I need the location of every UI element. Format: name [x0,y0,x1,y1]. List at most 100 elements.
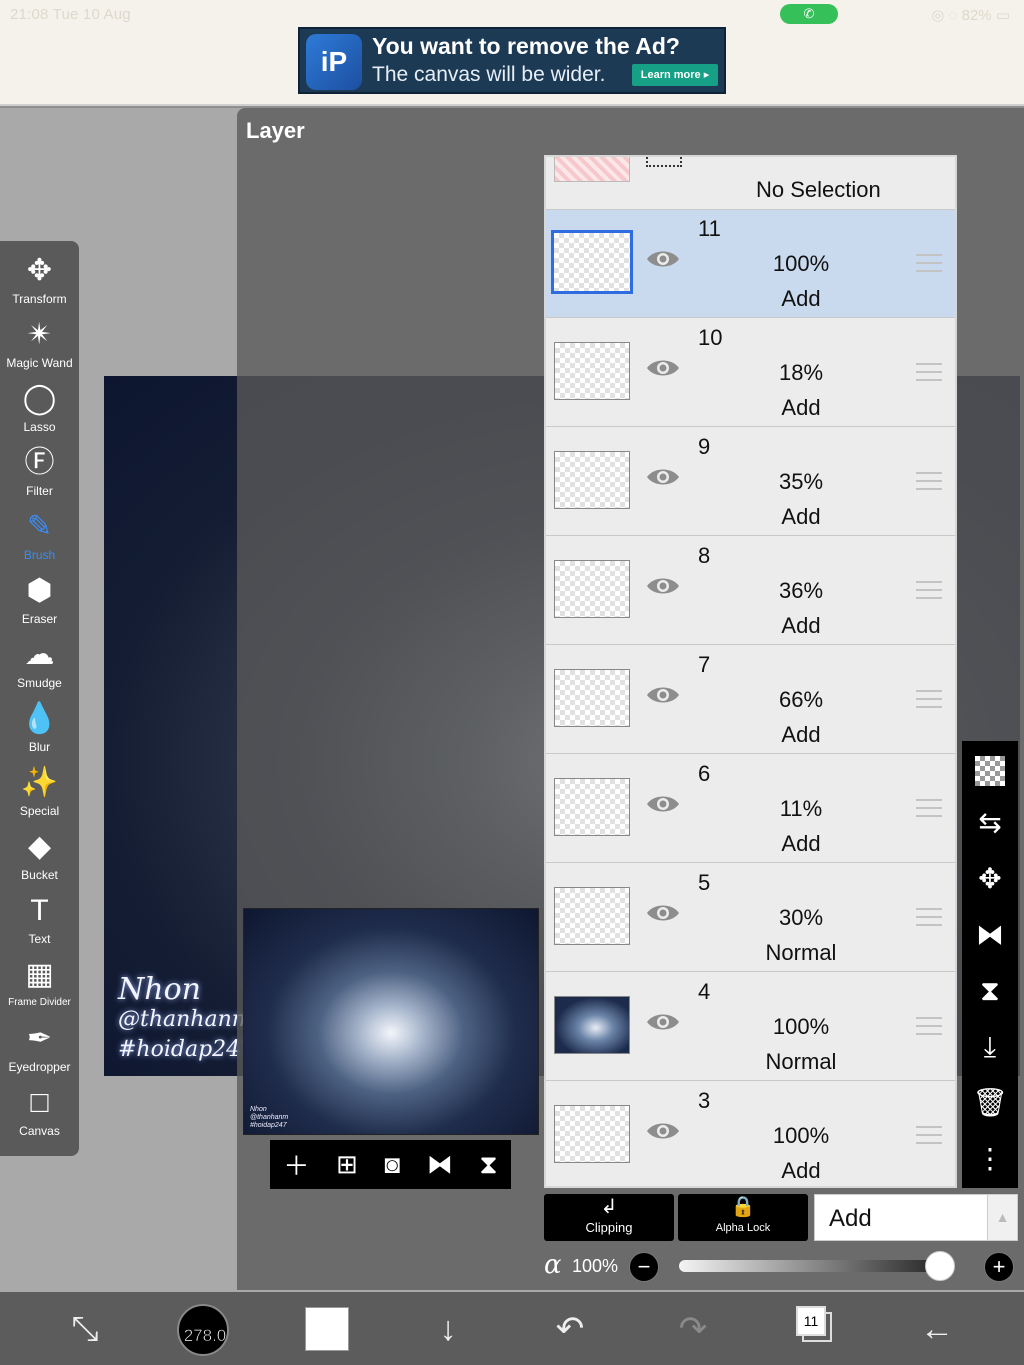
layers-list[interactable]: No Selection 11 100% Add 10 18% Add 9 35% Add 8 36… [544,155,957,1188]
add-layer-icon[interactable]: ＋ [283,1146,309,1183]
layer-thumbnail [554,669,630,727]
tool-text[interactable]: T Text [0,891,79,955]
tool-filter[interactable]: Ⓕ Filter [0,443,79,507]
tool-smudge[interactable]: ☁ Smudge [0,635,79,699]
preview-signature: Nhon @thanhanm #hoidap247 [250,1106,289,1129]
flip-horizontal-icon[interactable]: ⧓ [427,1149,453,1180]
tool-bucket[interactable]: ◆ Bucket [0,827,79,891]
drag-handle-icon[interactable] [916,472,942,490]
lasso-icon: ◯ [22,382,57,415]
arrow-down-icon[interactable]: ↓ [423,1306,473,1352]
tool-blur[interactable]: 💧 Blur [0,699,79,763]
drag-handle-icon[interactable] [916,1126,942,1144]
more-options-icon[interactable]: ⋮ [962,1135,1018,1183]
tool-label: Brush [23,548,56,562]
drag-handle-icon[interactable] [916,690,942,708]
magic-wand-icon: ✴ [26,318,53,351]
layer-row[interactable]: 4 100% Normal [546,973,955,1081]
drag-handle-icon[interactable] [916,1017,942,1035]
layer-thumbnail [554,778,630,836]
layer-preview[interactable]: Nhon @thanhanm #hoidap247 [243,908,539,1135]
ad-title: You want to remove the Ad? [372,33,680,59]
redo-icon[interactable]: ↷ [668,1306,718,1352]
layer-row[interactable]: 3 100% Add [546,1082,955,1186]
tool-special[interactable]: ✨ Special [0,763,79,827]
layer-row[interactable]: 9 35% Add [546,428,955,536]
visibility-eye-icon[interactable] [646,902,680,924]
blend-mode-select[interactable]: Add ▲ [814,1194,1018,1241]
merge-down-icon[interactable]: ⤓ [962,1023,1018,1071]
opacity-slider[interactable] [679,1251,955,1281]
camera-icon[interactable]: ◙ [384,1149,400,1180]
visibility-eye-icon[interactable] [646,684,680,706]
drag-handle-icon[interactable] [916,254,942,272]
alpha-lock-button[interactable]: 🔒 Alpha Lock [678,1194,808,1241]
brush-size-button[interactable]: 278.0 [177,1304,229,1356]
drag-handle-icon[interactable] [916,363,942,381]
visibility-eye-icon[interactable] [646,793,680,815]
transparent-background-icon[interactable] [962,745,1018,793]
drag-handle-icon[interactable] [916,581,942,599]
layer-row[interactable]: 8 36% Add [546,537,955,645]
layer-row[interactable]: 6 11% Add [546,755,955,863]
tool-label: Transform [12,292,67,306]
opacity-slider-knob[interactable] [925,1251,955,1281]
flip-layer-vertical-icon[interactable]: ⧗ [962,967,1018,1015]
opacity-decrease-button[interactable]: − [629,1252,659,1282]
blend-mode-arrow-icon: ▲ [987,1195,1017,1240]
flip-vertical-icon[interactable]: ⧗ [479,1149,497,1181]
tool-lasso[interactable]: ◯ Lasso [0,379,79,443]
opacity-increase-button[interactable]: + [984,1252,1014,1282]
tool-frame-divider[interactable]: ▦ Frame Divider [0,955,79,1019]
opacity-value: 100% [572,1256,619,1276]
ad-subtitle: The canvas will be wider. [372,63,606,86]
clipping-icon: ↲ [600,1196,618,1218]
trash-icon[interactable]: 🗑 [962,1079,1018,1127]
no-selection-label: No Selection [756,177,881,202]
visibility-eye-icon[interactable] [646,1011,680,1033]
drag-handle-icon[interactable] [916,908,942,926]
layer-thumbnail [554,887,630,945]
add-layer-copy-icon[interactable]: ⊞ [336,1149,358,1180]
layer-thumbnail [554,451,630,509]
back-arrow-icon[interactable]: ← [912,1306,962,1352]
learn-more-button[interactable]: Learn more ▸ [632,64,718,86]
special-icon: ✨ [20,766,59,799]
layer-number: 6 [698,761,711,786]
text-icon: T [30,894,49,927]
flip-layer-horizontal-icon[interactable]: ⧓ [962,911,1018,959]
move-layer-icon[interactable]: ⇆ [962,799,1018,847]
call-indicator[interactable]: ✆ [780,4,838,24]
preview-toolbar: ＋ ⊞ ◙ ⧓ ⧗ [270,1140,511,1189]
layer-row[interactable]: 5 30% Normal [546,864,955,972]
visibility-eye-icon[interactable] [646,248,680,270]
transform-icon: ✥ [26,254,53,287]
quick-tools-icon[interactable]: ⤡ [60,1306,110,1352]
undo-icon[interactable]: ↶ [545,1306,595,1352]
tool-label: Lasso [23,420,56,434]
move-icon[interactable]: ✥ [962,855,1018,903]
tool-eraser[interactable]: ⬢ Eraser [0,571,79,635]
layer-number: 11 [698,216,721,241]
tool-transform[interactable]: ✥ Transform [0,251,79,315]
tool-canvas[interactable]: □ Canvas [0,1083,79,1147]
tool-label: Bucket [21,868,58,882]
visibility-eye-icon[interactable] [646,575,680,597]
layers-button[interactable]: 11 [796,1306,834,1344]
layer-row[interactable]: 10 18% Add [546,319,955,427]
ad-banner[interactable]: iP You want to remove the Ad? The canvas… [298,27,726,94]
visibility-eye-icon[interactable] [646,357,680,379]
tool-brush[interactable]: ✎ Brush [0,507,79,571]
color-swatch[interactable] [305,1307,349,1351]
tool-label: Filter [26,484,53,498]
visibility-eye-icon[interactable] [646,1120,680,1142]
visibility-eye-icon[interactable] [646,466,680,488]
drag-handle-icon[interactable] [916,799,942,817]
tool-eyedropper[interactable]: ✒ Eyedropper [0,1019,79,1083]
ibis-paint-logo-icon: iP [306,34,362,90]
layer-row[interactable]: 7 66% Add [546,646,955,754]
tool-magic-wand[interactable]: ✴ Magic Wand [0,315,79,379]
clipping-button[interactable]: ↲ Clipping [544,1194,674,1241]
selection-layer[interactable]: No Selection [546,157,955,210]
layer-row[interactable]: 11 100% Add [546,210,955,318]
